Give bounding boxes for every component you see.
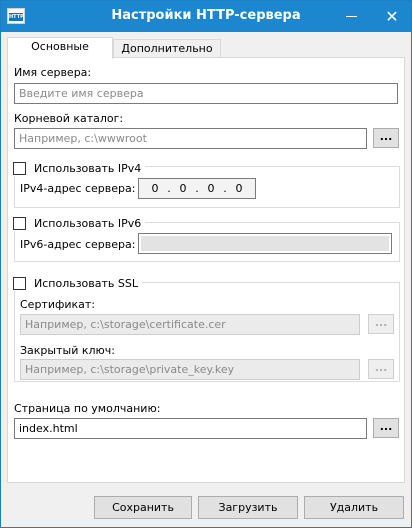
save-button[interactable]: Сохранить: [94, 496, 192, 519]
certificate-input[interactable]: Например, c:\storage\certificate.cer: [20, 314, 360, 335]
ipv4-octet-4: 0: [235, 182, 243, 195]
ipv4-octet-3: 0: [207, 182, 215, 195]
private-key-browse-button[interactable]: ...: [368, 359, 394, 379]
default-page-input[interactable]: index.html: [14, 418, 367, 439]
ipv4-octet-1: 0: [151, 182, 159, 195]
ipv4-octet-2: 0: [179, 182, 187, 195]
default-page-browse-button[interactable]: ...: [373, 418, 399, 438]
ipv4-dot-2: .: [195, 182, 199, 195]
minimize-button[interactable]: [335, 1, 369, 32]
ssl-checkbox[interactable]: [13, 276, 26, 290]
title-bar[interactable]: HTTP Настройки HTTP-сервера ✕: [1, 1, 411, 32]
close-icon: ✕: [385, 7, 399, 26]
ipv6-checkbox[interactable]: [13, 216, 26, 230]
ipv4-address-label: IPv4-адрес сервера:: [20, 182, 136, 195]
delete-button[interactable]: Удалить: [304, 496, 404, 519]
ipv6-address-fill: [141, 236, 389, 251]
ipv4-checkbox-row[interactable]: Использовать IPv4: [13, 160, 146, 176]
tab-advanced[interactable]: Дополнительно: [113, 39, 221, 58]
minimize-icon: [346, 16, 357, 17]
server-name-input[interactable]: Введите имя сервера: [14, 83, 398, 104]
root-dir-label: Корневой каталог:: [14, 112, 124, 125]
certificate-browse-button[interactable]: ...: [368, 314, 394, 334]
ipv4-checkbox-label: Использовать IPv4: [34, 161, 142, 175]
root-dir-browse-button[interactable]: ...: [373, 128, 399, 148]
ipv6-address-input[interactable]: [138, 233, 392, 254]
private-key-input[interactable]: Например, c:\storage\private_key.key: [20, 359, 360, 380]
load-button[interactable]: Загрузить: [198, 496, 298, 519]
server-name-label: Имя сервера:: [14, 66, 92, 79]
tab-panel-basic: Имя сервера: Введите имя сервера Корнево…: [7, 57, 405, 483]
ssl-checkbox-label: Использовать SSL: [34, 276, 138, 290]
ipv4-dot-1: .: [167, 182, 171, 195]
settings-window: HTTP Настройки HTTP-сервера ✕ Основные Д…: [0, 0, 412, 528]
private-key-label: Закрытый ключ:: [20, 344, 115, 357]
ipv4-dot-3: .: [223, 182, 227, 195]
tab-strip: Основные Дополнительно: [7, 37, 405, 59]
default-page-label: Страница по умолчанию:: [14, 402, 161, 415]
close-button[interactable]: ✕: [375, 1, 409, 32]
ssl-checkbox-row[interactable]: Использовать SSL: [13, 275, 142, 291]
ipv6-checkbox-label: Использовать IPv6: [34, 216, 142, 230]
ipv4-address-input[interactable]: 0 . 0 . 0 . 0: [138, 178, 256, 199]
ipv4-checkbox[interactable]: [13, 161, 26, 175]
certificate-label: Сертификат:: [20, 298, 96, 311]
ipv6-checkbox-row[interactable]: Использовать IPv6: [13, 215, 146, 231]
root-dir-input[interactable]: Например, c:\wwwroot: [14, 128, 367, 149]
tab-basic[interactable]: Основные: [7, 37, 113, 59]
ipv6-address-label: IPv6-адрес сервера:: [20, 238, 136, 251]
